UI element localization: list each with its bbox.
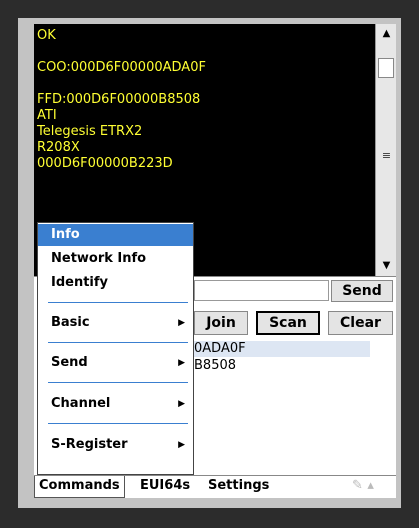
console-line: R208X [37,140,80,155]
menu-item-channel[interactable]: Channel ▶ [38,393,193,415]
list-item[interactable]: B8508 [194,358,236,374]
menu-item-label: Send [51,355,88,370]
menu-item-label: Info [51,227,80,242]
submenu-arrow-icon: ▶ [178,358,185,368]
menu-separator [48,302,188,303]
menu-item-label: S-Register [51,437,128,452]
submenu-arrow-icon: ▶ [178,440,185,450]
clear-button[interactable]: Clear [328,311,393,335]
menu-item-identify[interactable]: Identify [38,272,193,294]
menu-item-s-register[interactable]: S-Register ▶ [38,434,193,456]
menu-item-info[interactable]: Info [38,224,193,246]
app-screen: OK COO:000D6F00000ADA0F FFD:000D6F00000B… [34,24,396,498]
console-scrollbar[interactable]: ▲ ≡ ▼ [375,24,396,276]
menu-separator [48,423,188,424]
menu-item-label: Network Info [51,251,147,266]
tab-bar: Commands EUI64s Settings ✎ ▴ [34,475,396,498]
menu-separator [48,342,188,343]
join-button[interactable]: Join [194,311,248,335]
menu-item-basic[interactable]: Basic ▶ [38,312,193,334]
menu-item-label: Channel [51,396,111,411]
submenu-arrow-icon: ▶ [178,399,185,409]
scroll-grip-icon: ≡ [381,149,392,162]
scroll-thumb[interactable] [378,58,394,78]
menu-item-network-info[interactable]: Network Info [38,248,193,270]
scroll-down-icon[interactable]: ▼ [379,258,394,274]
console-line: COO:000D6F00000ADA0F [37,60,206,75]
send-button[interactable]: Send [331,280,393,302]
console-line: Telegesis ETRX2 [37,124,143,139]
scroll-up-icon[interactable]: ▲ [379,26,394,42]
console-line: OK [37,28,56,43]
tab-commands[interactable]: Commands [34,476,125,498]
context-menu: Info Network Info Identify Basic ▶ Send ▶ … [37,222,194,475]
submenu-arrow-icon: ▶ [178,318,185,328]
console-line: 000D6F00000B223D [37,156,173,171]
menu-item-label: Identify [51,275,109,290]
menu-item-label: Basic [51,315,90,330]
scan-button[interactable]: Scan [256,311,320,335]
command-input[interactable] [194,280,329,301]
tab-settings[interactable]: Settings [204,476,273,498]
pen-input-icon[interactable]: ✎ ▴ [352,478,392,496]
console-line: ATI [37,108,57,123]
list-item[interactable]: 0ADA0F [194,341,370,357]
menu-separator [48,382,188,383]
tab-eui64s[interactable]: EUI64s [136,476,194,498]
console-line: FFD:000D6F00000B8508 [37,92,201,107]
menu-item-send[interactable]: Send ▶ [38,352,193,374]
